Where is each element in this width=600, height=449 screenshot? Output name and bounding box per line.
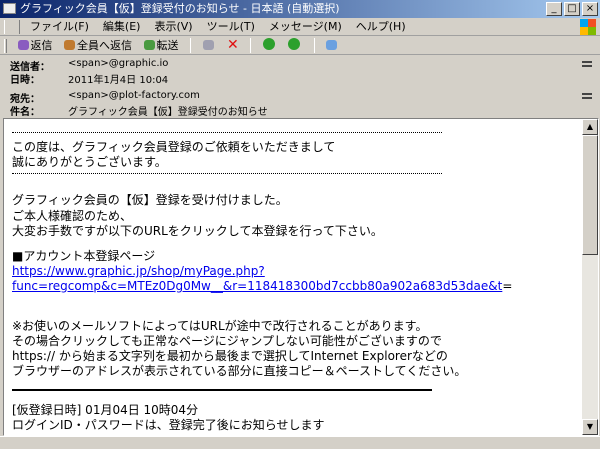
print-button[interactable] bbox=[199, 37, 220, 54]
reply-label: 返信 bbox=[30, 39, 53, 52]
body-line: [仮登録日時] 01月04日 10時04分 bbox=[12, 403, 199, 417]
maximize-button[interactable]: □ bbox=[564, 2, 580, 16]
separator bbox=[313, 38, 315, 53]
dotted-divider bbox=[12, 132, 442, 133]
addresses-button[interactable] bbox=[322, 37, 343, 54]
body-line: ご本人様確認のため、 bbox=[12, 209, 133, 223]
expand-icon[interactable] bbox=[582, 61, 592, 67]
reply-icon bbox=[17, 40, 29, 50]
expand-icon[interactable] bbox=[582, 93, 592, 99]
close-button[interactable]: × bbox=[582, 2, 598, 16]
subject-value: グラフィック会員【仮】登録受付のお知らせ bbox=[68, 107, 268, 118]
menu-edit[interactable]: 編集(E) bbox=[96, 18, 148, 36]
body-line: ブラウザーのアドレスが表示されている部分に直接コピー＆ペーストしてください。 bbox=[12, 364, 467, 378]
separator bbox=[190, 38, 191, 53]
mail-icon bbox=[3, 3, 16, 14]
link-tail: = bbox=[502, 279, 513, 293]
address-book-icon bbox=[326, 40, 338, 50]
date-value: 2011年1月4日 10:04 bbox=[68, 75, 169, 86]
header-from: 送信者： <span>@graphic.io bbox=[10, 58, 592, 73]
header-subject: 件名： グラフィック会員【仮】登録受付のお知らせ bbox=[10, 103, 580, 118]
body-line: ■アカウント本登録ページ bbox=[12, 249, 156, 263]
down-arrow-icon bbox=[288, 38, 301, 50]
grip-handle[interactable] bbox=[4, 39, 7, 53]
body-line: グラフィック会員の【仮】登録を受け付けました。 bbox=[12, 193, 288, 207]
grip-handle[interactable] bbox=[4, 20, 20, 34]
horizontal-rule bbox=[12, 389, 432, 391]
windows-logo-icon bbox=[580, 19, 596, 35]
to-value: <span>@plot-factory.com bbox=[68, 90, 200, 101]
forward-label: 転送 bbox=[156, 39, 179, 52]
header-to: 宛先： <span>@plot-factory.com bbox=[10, 90, 592, 105]
reply-all-button[interactable]: 全員へ返信 bbox=[60, 37, 136, 54]
scroll-thumb[interactable] bbox=[582, 135, 598, 255]
up-arrow-icon bbox=[262, 38, 275, 50]
menu-help[interactable]: ヘルプ(H) bbox=[349, 18, 413, 36]
forward-button[interactable]: 転送 bbox=[140, 37, 183, 54]
message-body[interactable]: この度は、グラフィック会員登録のご依頼をいただきまして 誠にありがとうございます… bbox=[3, 118, 599, 436]
window-title: グラフィック会員【仮】登録受付のお知らせ - 日本語 (自動選択) bbox=[20, 2, 340, 15]
body-line: ※お使いのメールソフトによってはURLが途中で改行されることがあります。 bbox=[12, 319, 428, 333]
registration-link[interactable]: func=regcomp&c=MTEz0Dg0Mw__&r=118418300b… bbox=[12, 279, 502, 293]
body-line: この度は、グラフィック会員登録のご依頼をいただきまして bbox=[12, 140, 336, 154]
status-bar bbox=[0, 436, 600, 449]
minimize-button[interactable]: _ bbox=[546, 2, 562, 16]
body-line: 大変お手数ですが以下のURLをクリックして本登録を行って下さい。 bbox=[12, 224, 383, 238]
separator bbox=[250, 38, 252, 53]
header-date: 日時： 2011年1月4日 10:04 bbox=[10, 71, 580, 86]
next-button[interactable] bbox=[284, 37, 306, 54]
from-value: <span>@graphic.io bbox=[68, 58, 169, 69]
reply-all-label: 全員へ返信 bbox=[77, 39, 132, 52]
subject-label: 件名： bbox=[10, 107, 40, 118]
print-icon bbox=[202, 40, 214, 50]
body-line: https:// から始まる文字列を最初から最後まで選択してInternet E… bbox=[12, 349, 448, 363]
forward-icon bbox=[143, 40, 155, 50]
reply-all-icon bbox=[64, 40, 75, 50]
dotted-divider bbox=[12, 173, 442, 174]
menu-bar: ファイル(F) 編集(E) 表示(V) ツール(T) メッセージ(M) ヘルプ(H) bbox=[0, 18, 600, 36]
body-line: ログインID・パスワードは、登録完了後にお知らせします bbox=[12, 418, 325, 432]
delete-button[interactable]: ✕ bbox=[223, 37, 243, 54]
menu-view[interactable]: 表示(V) bbox=[147, 18, 199, 36]
scroll-up-button[interactable]: ▲ bbox=[582, 119, 598, 135]
toolbar: 返信 全員へ返信 転送 ✕ bbox=[0, 37, 600, 55]
reply-button[interactable]: 返信 bbox=[14, 37, 57, 54]
registration-link[interactable]: https://www.graphic.jp/shop/myPage.php? bbox=[12, 264, 265, 278]
body-line: 誠にありがとうございます。 bbox=[12, 155, 167, 169]
menu-file[interactable]: ファイル(F) bbox=[23, 18, 96, 36]
menu-message[interactable]: メッセージ(M) bbox=[262, 18, 349, 36]
date-label: 日時： bbox=[10, 75, 40, 86]
message-headers: 送信者： <span>@graphic.io 日時： 2011年1月4日 10:04… bbox=[10, 58, 592, 118]
scroll-down-button[interactable]: ▼ bbox=[582, 419, 598, 435]
body-line: その場合クリックしても正常なページにジャンプしない可能性がございますので bbox=[12, 334, 442, 348]
menu-tools[interactable]: ツール(T) bbox=[200, 18, 262, 36]
delete-icon: ✕ bbox=[227, 37, 239, 53]
title-bar: グラフィック会員【仮】登録受付のお知らせ - 日本語 (自動選択) _ □ × bbox=[0, 0, 600, 18]
vertical-scrollbar[interactable]: ▲ ▼ bbox=[582, 119, 598, 435]
previous-button[interactable] bbox=[259, 37, 281, 54]
